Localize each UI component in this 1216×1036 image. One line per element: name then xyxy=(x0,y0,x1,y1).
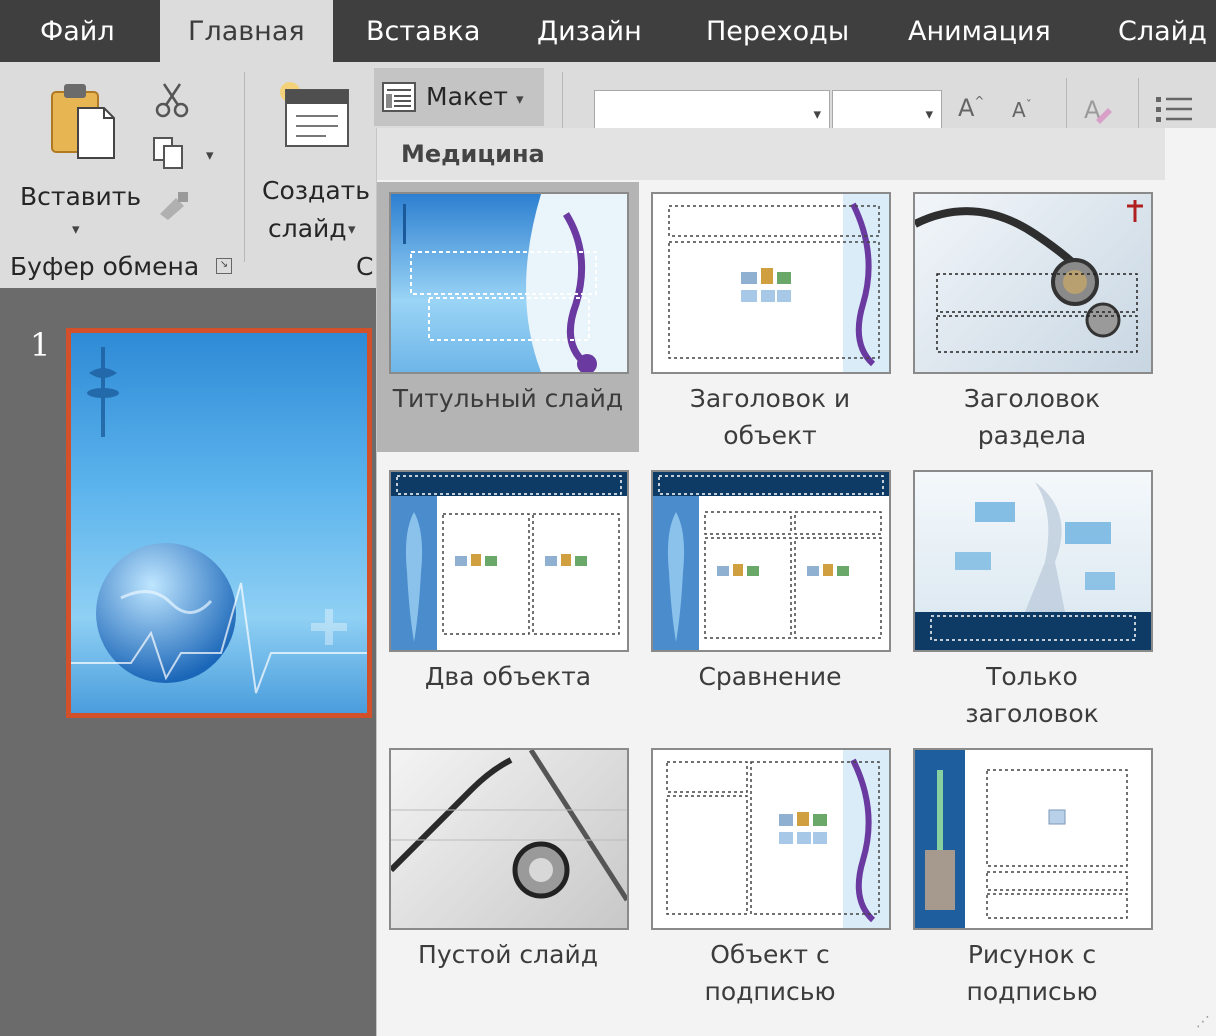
layout-caption: Объект с подписью xyxy=(704,940,836,1006)
layout-gallery: Медицина Титульный слайд Заголовок и объ… xyxy=(376,128,1216,1036)
tab-file[interactable]: Файл xyxy=(40,0,115,62)
layout-label: Макет xyxy=(426,82,508,111)
tab-animations[interactable]: Анимация xyxy=(908,0,1051,62)
blank-thumbnail xyxy=(389,748,629,930)
layout-caption: Заголовок и объект xyxy=(689,384,851,450)
layout-picture-caption[interactable]: Рисунок с подписью xyxy=(901,738,1163,1008)
resize-grip-icon[interactable]: ⋰ xyxy=(1196,1014,1210,1030)
layout-title-content[interactable]: Заголовок и объект xyxy=(639,182,901,452)
slide-1-art xyxy=(71,347,367,694)
layout-title-slide[interactable]: Титульный слайд xyxy=(377,182,639,452)
caduceus-icon xyxy=(87,347,119,437)
copy-icon[interactable] xyxy=(150,134,190,174)
new-slide-icon xyxy=(280,82,349,147)
layout-caret: ▾ xyxy=(516,90,524,108)
layout-title-only[interactable]: Только заголовок xyxy=(901,460,1163,730)
clear-formatting-icon[interactable]: A xyxy=(1080,92,1114,126)
grow-font-button[interactable]: A^ xyxy=(958,94,984,122)
clipboard-launcher-icon[interactable]: ↘ xyxy=(216,258,232,274)
new-slide-button[interactable]: Создать слайд ▾ xyxy=(254,74,370,244)
paste-label: Вставить xyxy=(20,182,142,211)
layout-icon xyxy=(382,82,416,112)
font-size-caret: ▾ xyxy=(925,105,933,123)
new-slide-label-line1: Создать xyxy=(262,176,370,205)
group-divider xyxy=(244,72,245,262)
picture-caption-thumbnail xyxy=(913,748,1153,930)
tab-design[interactable]: Дизайн xyxy=(537,0,642,62)
layout-caption: Только заголовок xyxy=(965,662,1099,728)
layout-blank[interactable]: Пустой слайд xyxy=(377,738,639,1008)
layout-caption: Два объекта xyxy=(424,662,592,691)
tab-transitions[interactable]: Переходы xyxy=(706,0,849,62)
grow-font-icon: A xyxy=(958,94,975,122)
slide-number: 1 xyxy=(30,326,51,364)
layout-content-caption[interactable]: Объект с подписью xyxy=(639,738,901,1008)
layout-caption: Пустой слайд xyxy=(418,940,598,969)
two-content-thumbnail xyxy=(389,470,629,652)
tab-insert[interactable]: Вставка xyxy=(366,0,480,62)
layout-caption: Заголовок раздела xyxy=(963,384,1101,450)
layout-caption: Рисунок с подписью xyxy=(966,940,1098,1006)
layout-section-header[interactable]: Заголовок раздела xyxy=(901,182,1163,452)
comparison-thumbnail xyxy=(651,470,891,652)
title-content-thumbnail xyxy=(651,192,891,374)
new-slide-caret: ▾ xyxy=(348,220,356,238)
format-painter-icon[interactable] xyxy=(154,188,194,222)
copy-dropdown-caret[interactable]: ▾ xyxy=(206,146,214,164)
layout-caption: Титульный слайд xyxy=(392,384,624,413)
content-caption-thumbnail xyxy=(651,748,891,930)
paste-dropdown-caret: ▾ xyxy=(72,220,80,238)
content-placeholder-icons xyxy=(741,268,791,302)
paste-button[interactable]: Вставить ▾ xyxy=(14,78,142,238)
layout-caption: Сравнение xyxy=(698,662,842,691)
slides-group-label: С xyxy=(356,252,374,281)
clipboard-group-label: Буфер обмена xyxy=(10,252,200,281)
font-name-caret: ▾ xyxy=(813,105,821,123)
gallery-header: Медицина xyxy=(377,128,1165,180)
shrink-font-icon: A xyxy=(1012,98,1026,122)
gallery-title: Медицина xyxy=(401,140,545,168)
paste-icon xyxy=(51,84,115,159)
new-slide-label-line2: слайд xyxy=(268,214,347,243)
section-header-thumbnail xyxy=(913,192,1153,374)
slide-1-thumbnail[interactable] xyxy=(66,328,372,718)
layout-button[interactable]: Макет ▾ xyxy=(374,68,544,126)
title-only-thumbnail xyxy=(913,470,1153,652)
shrink-font-button[interactable]: Aˇ xyxy=(1012,98,1032,122)
tab-slideshow[interactable]: Слайд xyxy=(1118,0,1207,62)
cut-icon[interactable] xyxy=(152,80,192,120)
tab-home[interactable]: Главная xyxy=(160,0,333,62)
layout-comparison[interactable]: Сравнение xyxy=(639,460,901,730)
layout-two-content[interactable]: Два объекта xyxy=(377,460,639,730)
ribbon-tab-bar: Файл Главная Вставка Дизайн Переходы Ани… xyxy=(0,0,1216,62)
title-slide-thumbnail xyxy=(389,192,629,374)
bullets-icon[interactable] xyxy=(1154,92,1194,126)
